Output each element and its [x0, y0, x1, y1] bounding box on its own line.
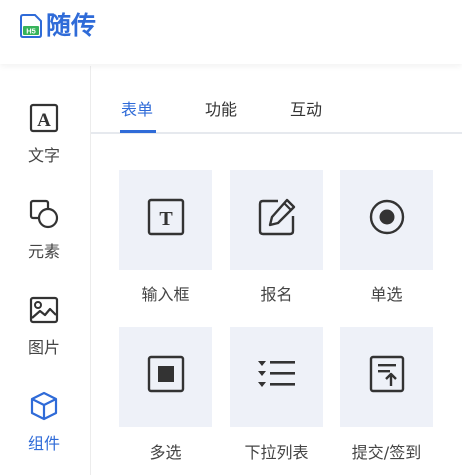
component-label: 单选 — [370, 285, 403, 304]
component-label: 提交/签到 — [351, 443, 422, 462]
cube-icon — [30, 391, 58, 421]
active-tab-indicator — [120, 130, 156, 133]
component-signup[interactable] — [230, 170, 323, 270]
svg-text:T: T — [159, 208, 173, 230]
svg-text:H5: H5 — [26, 27, 36, 36]
tab-interaction[interactable]: 互动 — [290, 96, 322, 120]
component-label: 下拉列表 — [244, 443, 309, 462]
sidebar-item-label: 元素 — [27, 242, 60, 261]
dropdown-list-icon — [258, 361, 295, 387]
top-bar: H5 随传 — [0, 0, 462, 64]
component-label: 多选 — [149, 443, 182, 462]
sidebar-item-label: 图片 — [27, 338, 60, 357]
submit-icon — [369, 355, 405, 393]
h5-logo-icon: H5 — [20, 14, 42, 38]
sidebar-item-label: 组件 — [27, 434, 60, 453]
tab-function[interactable]: 功能 — [205, 96, 237, 120]
radio-icon — [369, 199, 405, 235]
sidebar-item-components[interactable]: 组件 — [0, 390, 90, 470]
shapes-icon — [29, 199, 59, 229]
text-input-icon: T — [147, 198, 185, 236]
sidebar-item-text[interactable]: A 文字 — [0, 102, 90, 182]
app-name: 随传 — [46, 11, 97, 40]
component-label: 报名 — [260, 285, 293, 304]
image-icon — [29, 296, 59, 324]
sidebar-item-label: 文字 — [27, 146, 60, 165]
app-logo[interactable]: H5 随传 — [20, 10, 96, 42]
sidebar: A 文字 元素 图片 组件 — [0, 66, 91, 475]
text-icon: A — [29, 103, 59, 133]
sidebar-item-images[interactable]: 图片 — [0, 294, 90, 374]
component-label: 输入框 — [141, 285, 190, 304]
svg-text:A: A — [37, 110, 51, 131]
sidebar-item-elements[interactable]: 元素 — [0, 198, 90, 278]
edit-icon — [258, 198, 296, 236]
component-radio[interactable] — [340, 170, 433, 270]
component-text-input[interactable]: T — [119, 170, 212, 270]
component-submit[interactable] — [340, 327, 433, 427]
component-checkbox[interactable] — [119, 327, 212, 427]
category-tabs: 表单 功能 互动 — [91, 66, 462, 134]
tab-form[interactable]: 表单 — [121, 96, 153, 120]
component-dropdown[interactable] — [230, 327, 323, 427]
checkbox-icon — [147, 355, 185, 393]
